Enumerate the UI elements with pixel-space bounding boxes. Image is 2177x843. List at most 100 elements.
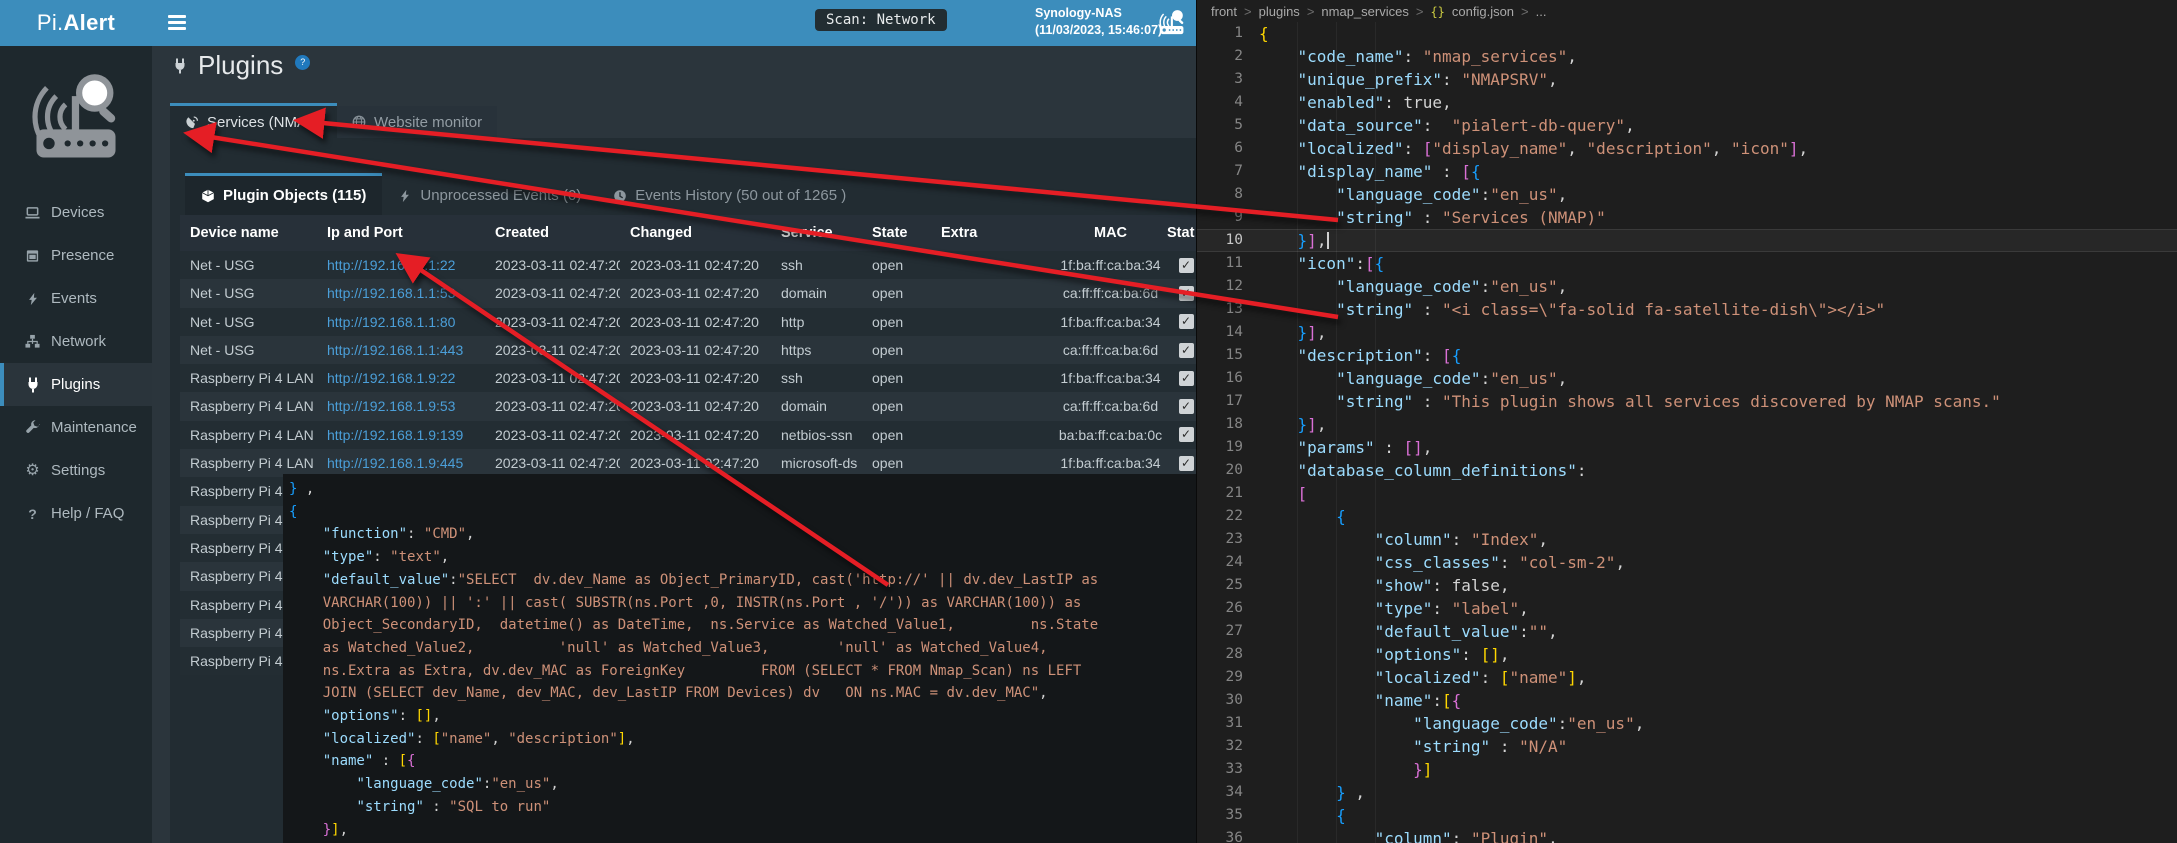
sidebar-item-events[interactable]: Events [0, 277, 152, 320]
cell-extra [931, 279, 1057, 307]
breadcrumb-segment[interactable]: ... [1536, 4, 1547, 19]
tab-website-monitor[interactable]: Website monitor [337, 106, 497, 138]
editor-line[interactable]: 32 "string" : "N/A" [1197, 735, 2177, 758]
editor-line[interactable]: 33 }] [1197, 758, 2177, 781]
device-port-link[interactable]: http://192.168.1.1:22 [327, 257, 455, 273]
editor-line[interactable]: 4 "enabled": true, [1197, 91, 2177, 114]
tab-events-history[interactable]: Events History (50 out of 1265 ) [597, 176, 862, 215]
tab-plugin-objects[interactable]: Plugin Objects (115) [185, 173, 382, 215]
editor-line[interactable]: 35 { [1197, 804, 2177, 827]
cell-state: open [862, 421, 931, 449]
editor-line[interactable]: 5 "data_source": "pialert-db-query", [1197, 114, 2177, 137]
breadcrumb-segment[interactable]: nmap_services [1321, 4, 1408, 19]
help-badge[interactable]: ? [295, 55, 310, 70]
col-service[interactable]: Service [771, 215, 862, 251]
line-number: 35 [1197, 804, 1259, 827]
tab-unprocessed-events[interactable]: Unprocessed Events (0) [382, 176, 597, 215]
editor-line[interactable]: 3 "unique_prefix": "NMAPSRV", [1197, 68, 2177, 91]
device-port-link[interactable]: http://192.168.1.1:80 [327, 314, 455, 330]
editor-line[interactable]: 27 "default_value":"", [1197, 620, 2177, 643]
status-checkbox[interactable]: ✓ [1179, 258, 1194, 273]
sidebar-item-network[interactable]: Network [0, 320, 152, 363]
editor-line[interactable]: 11 "icon":[{ [1197, 252, 2177, 275]
device-port-link[interactable]: http://192.168.1.9:139 [327, 427, 463, 443]
status-checkbox[interactable]: ✓ [1179, 371, 1194, 386]
editor-line[interactable]: 36 "column": "Plugin", [1197, 827, 2177, 843]
editor-line[interactable]: 21 [ [1197, 482, 2177, 505]
col-extra[interactable]: Extra [931, 215, 1057, 251]
col-created[interactable]: Created [485, 215, 620, 251]
device-port-link[interactable]: http://192.168.1.9:53 [327, 398, 455, 414]
overlay-code-line: as Watched_Value2, 'null' as Watched_Val… [289, 637, 1196, 660]
plugin-config-code-overlay[interactable]: } ,{ "function": "CMD", "type": "text", … [283, 474, 1196, 843]
line-number: 7 [1197, 160, 1259, 183]
editor-line[interactable]: 19 "params" : [], [1197, 436, 2177, 459]
device-port-link[interactable]: http://192.168.1.9:22 [327, 370, 455, 386]
device-port-link[interactable]: http://192.168.1.9:445 [327, 455, 463, 471]
status-checkbox[interactable]: ✓ [1179, 286, 1194, 301]
col-state[interactable]: State [862, 215, 931, 251]
cell-mac: ba:ba:ff:ca:ba:0c [1057, 421, 1164, 449]
editor-line[interactable]: 7 "display_name" : [{ [1197, 160, 2177, 183]
device-port-link[interactable]: http://192.168.1.1:53 [327, 285, 455, 301]
editor-line[interactable]: 12 "language_code":"en_us", [1197, 275, 2177, 298]
editor-line[interactable]: 2 "code_name": "nmap_services", [1197, 45, 2177, 68]
editor-line[interactable]: 24 "css_classes": "col-sm-2", [1197, 551, 2177, 574]
editor-line[interactable]: 8 "language_code":"en_us", [1197, 183, 2177, 206]
sidebar-item-settings[interactable]: ⚙Settings [0, 449, 152, 492]
editor-line[interactable]: 25 "show": false, [1197, 574, 2177, 597]
status-checkbox[interactable]: ✓ [1179, 343, 1194, 358]
editor-line[interactable]: 1{ [1197, 22, 2177, 45]
line-number: 2 [1197, 45, 1259, 68]
device-port-link[interactable]: http://192.168.1.1:443 [327, 342, 463, 358]
line-number: 12 [1197, 275, 1259, 298]
col-ip-and-port[interactable]: Ip and Port [317, 215, 485, 251]
status-checkbox[interactable]: ✓ [1179, 399, 1194, 414]
sidebar-item-devices[interactable]: Devices [0, 191, 152, 234]
breadcrumb-segment[interactable]: front [1211, 4, 1237, 19]
cell-device: Net - USG [180, 279, 317, 307]
sidebar-item-maintenance[interactable]: Maintenance [0, 406, 152, 449]
status-checkbox[interactable]: ✓ [1179, 427, 1194, 442]
cell-changed: 2023-03-11 02:47:20 [620, 392, 771, 420]
breadcrumb[interactable]: front>plugins>nmap_services>{}config.jso… [1197, 0, 2177, 22]
breadcrumb-segment[interactable]: plugins [1259, 4, 1300, 19]
cell-extra [931, 308, 1057, 336]
editor-line[interactable]: 10 }], [1197, 229, 2177, 252]
editor-line[interactable]: 31 "language_code":"en_us", [1197, 712, 2177, 735]
editor-line[interactable]: 17 "string" : "This plugin shows all ser… [1197, 390, 2177, 413]
status-checkbox[interactable]: ✓ [1179, 314, 1194, 329]
col-changed[interactable]: Changed [620, 215, 771, 251]
editor-line[interactable]: 28 "options": [], [1197, 643, 2177, 666]
editor-line[interactable]: 15 "description": [{ [1197, 344, 2177, 367]
overlay-code-line: "type": "text", [289, 546, 1196, 569]
tab-services-nmap[interactable]: Services (NMAP) [170, 103, 337, 138]
editor-line[interactable]: 30 "name":[{ [1197, 689, 2177, 712]
brand-logo[interactable]: Pi.Alert [0, 0, 152, 46]
status-checkbox[interactable]: ✓ [1179, 456, 1194, 471]
overlay-code-line: }], [289, 819, 1196, 842]
code-editor[interactable]: front>plugins>nmap_services>{}config.jso… [1196, 0, 2177, 843]
sidebar-item-help-faq[interactable]: ?Help / FAQ [0, 492, 152, 535]
editor-line[interactable]: 23 "column": "Index", [1197, 528, 2177, 551]
editor-line[interactable]: 14 }], [1197, 321, 2177, 344]
editor-line[interactable]: 6 "localized": ["display_name", "descrip… [1197, 137, 2177, 160]
editor-line[interactable]: 13 "string" : "<i class=\"fa-solid fa-sa… [1197, 298, 2177, 321]
editor-line[interactable]: 20 "database_column_definitions": [1197, 459, 2177, 482]
col-device-name[interactable]: Device name [180, 215, 317, 251]
bolt-icon [24, 292, 41, 306]
editor-line[interactable]: 22 { [1197, 505, 2177, 528]
plug-icon [24, 377, 41, 393]
editor-line[interactable]: 34 } , [1197, 781, 2177, 804]
editor-line[interactable]: 18 }], [1197, 413, 2177, 436]
col-mac[interactable]: MAC [1057, 215, 1164, 251]
editor-line[interactable]: 29 "localized": ["name"], [1197, 666, 2177, 689]
cell-service: ssh [771, 364, 862, 392]
sidebar-item-plugins[interactable]: Plugins [0, 363, 152, 406]
breadcrumb-segment[interactable]: config.json [1452, 4, 1514, 19]
editor-line[interactable]: 9 "string" : "Services (NMAP)" [1197, 206, 2177, 229]
editor-line[interactable]: 16 "language_code":"en_us", [1197, 367, 2177, 390]
sidebar-item-presence[interactable]: Presence [0, 234, 152, 277]
menu-icon[interactable] [168, 15, 186, 33]
editor-line[interactable]: 26 "type": "label", [1197, 597, 2177, 620]
